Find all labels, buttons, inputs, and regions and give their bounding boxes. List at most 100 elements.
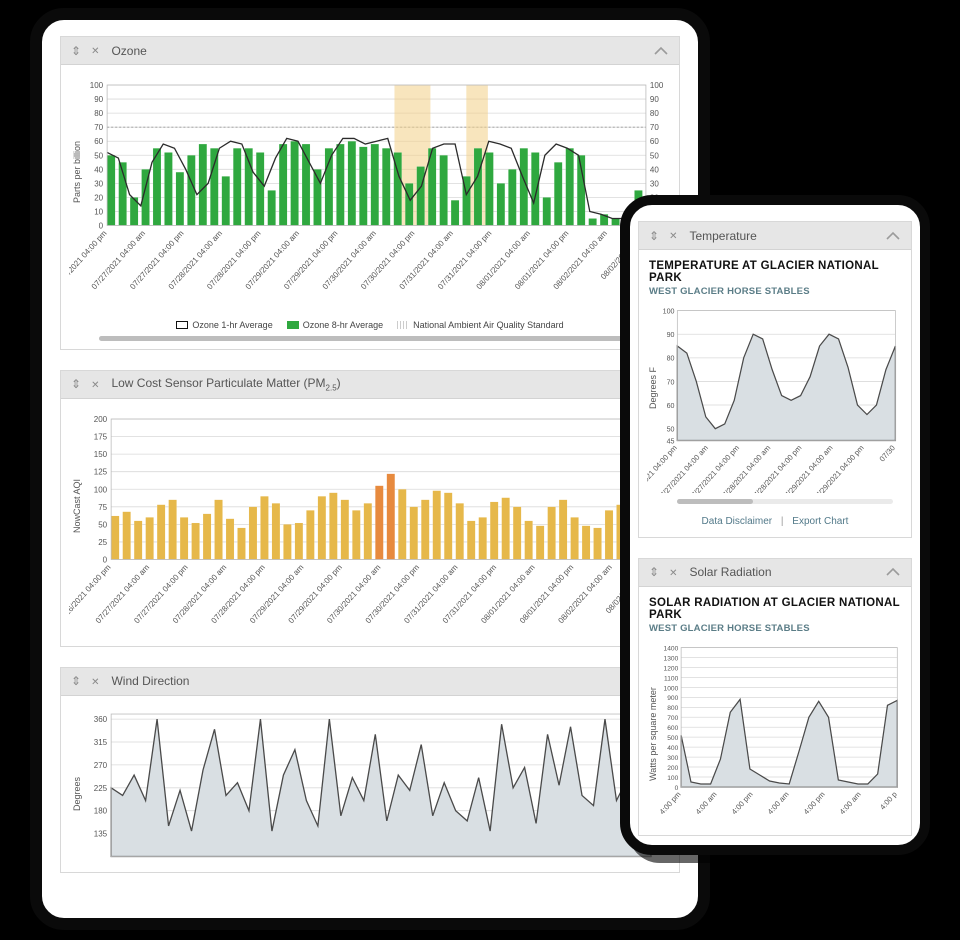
svg-text:800: 800 — [667, 705, 678, 712]
collapse-icon[interactable] — [883, 565, 903, 579]
panel-title: Low Cost Sensor Particulate Matter (PM2.… — [111, 376, 651, 392]
svg-text:20: 20 — [94, 193, 103, 202]
y-axis-label: Watts per square meter — [648, 688, 658, 782]
svg-text:400: 400 — [667, 745, 678, 752]
close-icon[interactable] — [83, 673, 101, 690]
drag-icon[interactable] — [69, 673, 83, 689]
svg-text:1100: 1100 — [664, 675, 679, 682]
svg-text:90: 90 — [94, 95, 103, 104]
chart-temperature: 455060708090100021 04:00 pm7/27/2021 04:… — [647, 303, 903, 493]
panel-solar: Solar Radiation SOLAR RADIATION AT GLACI… — [638, 558, 912, 837]
svg-text:80: 80 — [650, 109, 659, 118]
chart-wind: 135 180 225 270 315 360 — [69, 706, 671, 867]
svg-text:500: 500 — [667, 735, 678, 742]
svg-text:4:00 p: 4:00 p — [878, 789, 899, 811]
svg-text:100: 100 — [667, 774, 678, 781]
svg-text:50: 50 — [667, 426, 675, 434]
svg-text:70: 70 — [94, 123, 103, 132]
svg-text:40: 40 — [94, 165, 103, 174]
svg-text:80: 80 — [667, 355, 675, 363]
svg-text:200: 200 — [667, 765, 678, 772]
svg-text:40: 40 — [650, 165, 659, 174]
svg-text:90: 90 — [667, 331, 675, 339]
chart-pm25: 025507510012515017520007/26/2021 04:00 p… — [69, 409, 671, 640]
link-export[interactable]: Export Chart — [792, 516, 848, 527]
panel-temperature-body: TEMPERATURE AT GLACIER NATIONAL PARK WES… — [639, 250, 911, 537]
svg-text:175: 175 — [94, 432, 108, 441]
drag-icon[interactable] — [647, 228, 661, 244]
y-axis-label: NowCast AQI — [72, 479, 82, 533]
panel-wind-body: Degrees 135 180 225 270 315 360 — [61, 696, 679, 873]
panel-solar-header: Solar Radiation — [639, 559, 911, 587]
svg-text:80: 80 — [94, 109, 103, 118]
chart-legend: Ozone 1-hr Average Ozone 8-hr Average Na… — [69, 320, 671, 330]
svg-text:1000: 1000 — [664, 685, 679, 692]
link-disclaimer[interactable]: Data Disclaimer — [702, 516, 773, 527]
scrollbar[interactable] — [99, 336, 661, 341]
svg-text:100: 100 — [650, 81, 664, 90]
close-icon[interactable] — [83, 376, 101, 393]
svg-text:225: 225 — [94, 783, 108, 792]
y-axis-label: Degrees — [72, 777, 82, 811]
svg-text:75: 75 — [98, 503, 107, 512]
drag-icon[interactable] — [647, 564, 661, 580]
svg-text:100: 100 — [663, 307, 675, 315]
svg-text:700: 700 — [667, 715, 678, 722]
svg-text:270: 270 — [94, 760, 108, 769]
panel-pm25-header: Low Cost Sensor Particulate Matter (PM2.… — [61, 371, 679, 399]
svg-text:100: 100 — [90, 81, 104, 90]
card-footer: Data Disclaimer | Export Chart — [647, 516, 903, 527]
svg-text:60: 60 — [667, 402, 675, 410]
svg-text:360: 360 — [94, 715, 108, 724]
svg-text:70: 70 — [667, 378, 675, 386]
close-icon[interactable] — [83, 42, 101, 59]
svg-text:60: 60 — [650, 137, 659, 146]
svg-text:180: 180 — [94, 806, 108, 815]
svg-text:1400: 1400 — [664, 645, 679, 652]
svg-text:07/30: 07/30 — [878, 443, 897, 463]
panel-temperature: Temperature TEMPERATURE AT GLACIER NATIO… — [638, 221, 912, 538]
svg-text:25: 25 — [98, 538, 107, 547]
y-axis-label: Degrees F — [648, 367, 658, 409]
svg-text:1300: 1300 — [664, 655, 679, 662]
card-title: SOLAR RADIATION AT GLACIER NATIONAL PARK — [649, 597, 901, 621]
panel-title: Ozone — [111, 44, 651, 58]
svg-text:50: 50 — [650, 151, 659, 160]
svg-text:07/29/2021 04:00 pm: 07/29/2021 04:00 pm — [811, 443, 866, 492]
svg-text:30: 30 — [650, 179, 659, 188]
svg-text:1200: 1200 — [664, 665, 679, 672]
svg-text:4:00 pm: 4:00 pm — [658, 789, 683, 815]
panel-pm25-body: NowCast AQI 025507510012515017520007/26/… — [61, 399, 679, 646]
svg-text:125: 125 — [94, 467, 108, 476]
svg-text:4:00 am: 4:00 am — [766, 789, 791, 815]
svg-text:900: 900 — [667, 695, 678, 702]
card-title: TEMPERATURE AT GLACIER NATIONAL PARK — [649, 260, 901, 284]
scrollbar[interactable] — [677, 499, 893, 504]
card-subtitle: WEST GLACIER HORSE STABLES — [649, 286, 901, 297]
svg-text:4:00 am: 4:00 am — [694, 789, 719, 815]
tablet-device: Ozone Parts per billion 0102030405060708… — [30, 8, 710, 930]
drag-icon[interactable] — [69, 376, 83, 392]
panel-wind-header: Wind Direction — [61, 668, 679, 696]
chart-solar: 0100200300400500600700800900100011001200… — [647, 640, 903, 830]
svg-text:135: 135 — [94, 829, 108, 838]
panel-pm25: Low Cost Sensor Particulate Matter (PM2.… — [60, 370, 680, 647]
svg-text:50: 50 — [98, 520, 107, 529]
collapse-icon[interactable] — [651, 44, 671, 58]
drag-icon[interactable] — [69, 43, 83, 59]
svg-text:4:00 pm: 4:00 pm — [802, 789, 827, 815]
y-axis-label: Parts per billion — [72, 141, 82, 203]
svg-text:100: 100 — [94, 485, 108, 494]
svg-text:200: 200 — [94, 415, 108, 424]
svg-text:315: 315 — [94, 738, 108, 747]
svg-text:90: 90 — [650, 95, 659, 104]
close-icon[interactable] — [661, 227, 679, 244]
panel-ozone: Ozone Parts per billion 0102030405060708… — [60, 36, 680, 350]
card-subtitle: WEST GLACIER HORSE STABLES — [649, 623, 901, 634]
svg-text:10: 10 — [94, 207, 103, 216]
svg-text:300: 300 — [667, 755, 678, 762]
phone-device: Temperature TEMPERATURE AT GLACIER NATIO… — [620, 195, 930, 855]
collapse-icon[interactable] — [883, 229, 903, 243]
close-icon[interactable] — [661, 564, 679, 581]
panel-wind: Wind Direction Degrees 135 180 225 270 315 36… — [60, 667, 680, 874]
